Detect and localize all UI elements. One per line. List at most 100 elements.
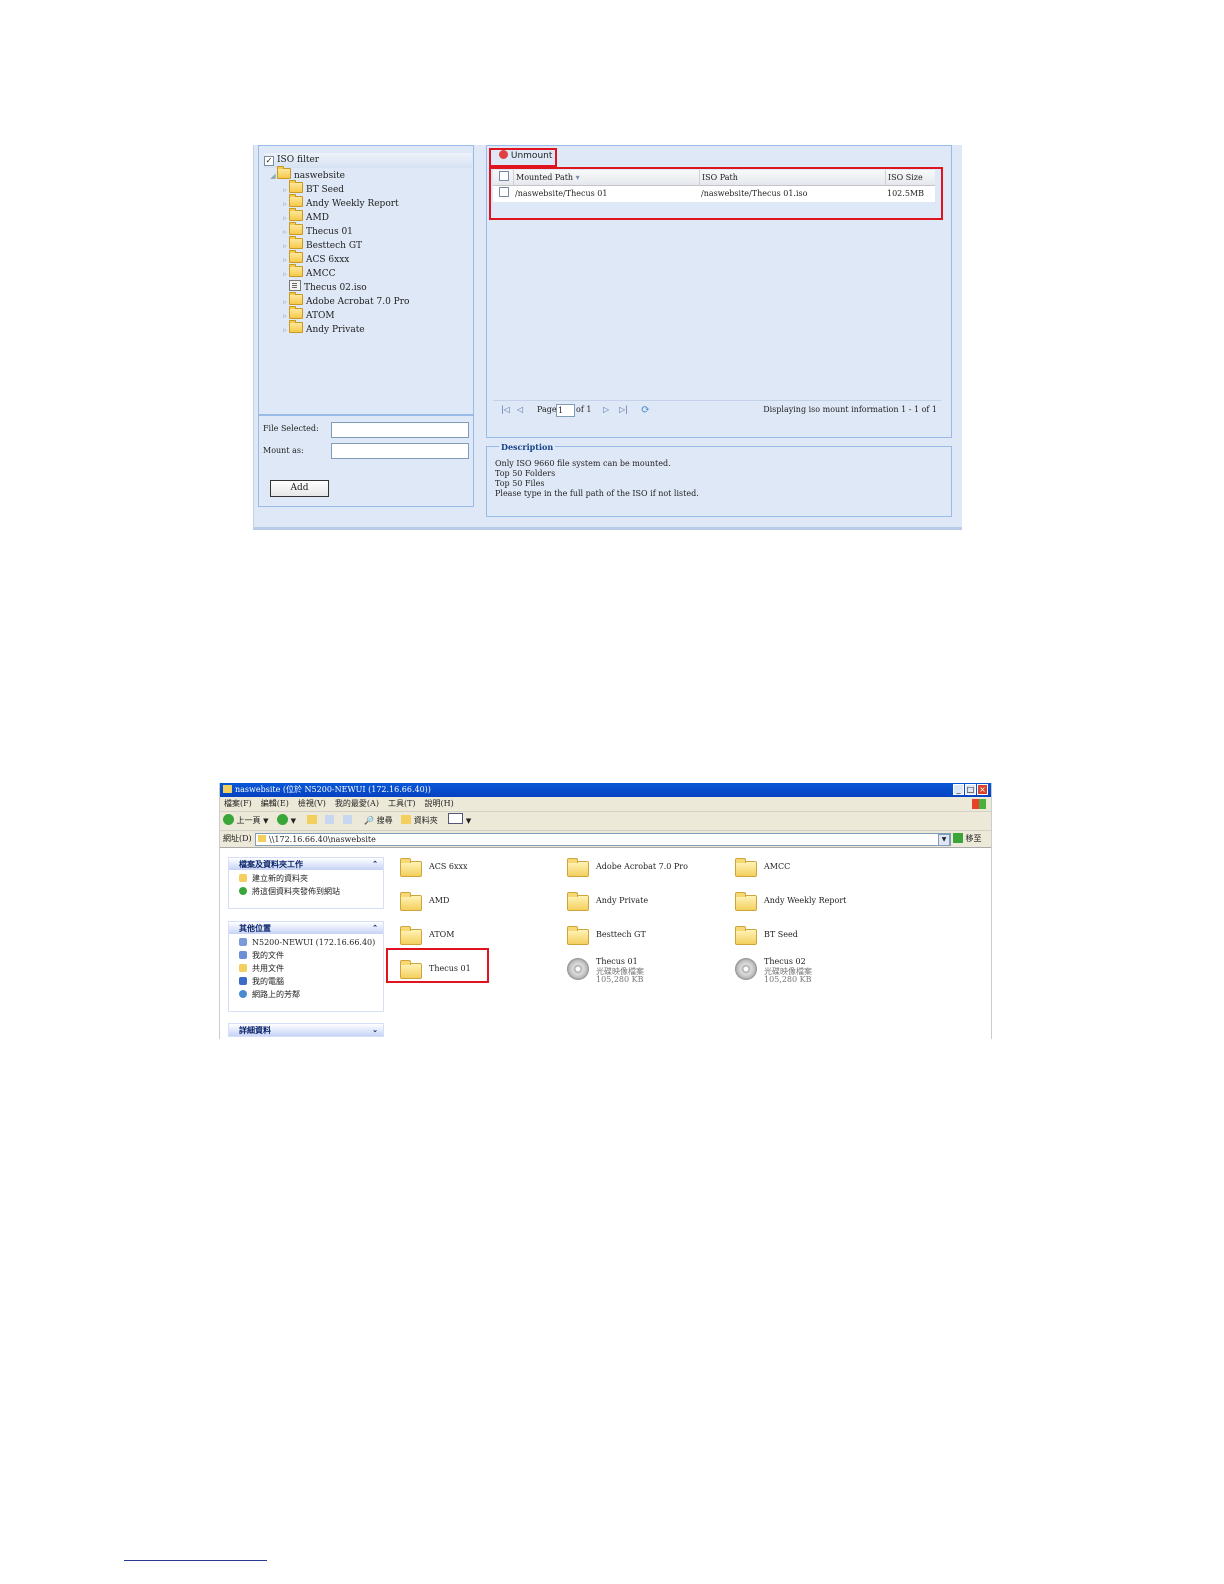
file-size: 105,280 KB [764, 975, 812, 984]
up-folder-icon[interactable] [306, 815, 317, 824]
place-my-computer-label: 我的電腦 [252, 977, 284, 986]
places-header[interactable]: 其他位置 ⌃ [229, 922, 383, 934]
minimize-button[interactable]: _ [953, 784, 964, 795]
search-button[interactable]: 搜尋 [377, 816, 393, 825]
views-icon[interactable] [448, 813, 464, 824]
collapsed-arrow-icon[interactable]: ▹ [281, 309, 289, 323]
place-my-computer[interactable]: 我的電腦 [229, 975, 383, 988]
toolbar: 上一頁 ▼ ▼ 🔎 搜尋 資料夾 ▼ [220, 812, 991, 831]
place-my-documents[interactable]: 我的文件 [229, 949, 383, 962]
maximize-button[interactable]: □ [965, 784, 976, 795]
tree-item-label: Adobe Acrobat 7.0 Pro [306, 297, 410, 307]
tree-item-label: ACS 6xxx [306, 255, 350, 265]
file-item[interactable]: Thecus 02 光碟映像檔案 105,280 KB [735, 957, 895, 985]
collapsed-arrow-icon[interactable]: ▹ [281, 323, 289, 337]
forward-arrow-icon[interactable] [277, 814, 289, 825]
menu-file[interactable]: 檔案(F) [224, 799, 252, 808]
address-folder-icon [258, 835, 266, 842]
file-item[interactable]: Andy Private [567, 889, 727, 917]
windows-logo-icon [972, 799, 986, 809]
file-item[interactable]: Andy Weekly Report [735, 889, 895, 917]
menu-tools[interactable]: 工具(T) [388, 799, 416, 808]
last-page-icon[interactable]: ▷| [619, 401, 628, 419]
tree-item[interactable]: ▹ Andy Private [281, 320, 365, 337]
menu-edit[interactable]: 編輯(E) [261, 799, 289, 808]
place-network[interactable]: 網路上的芳鄰 [229, 988, 383, 1001]
copy-icon[interactable] [325, 815, 335, 824]
back-dropdown-icon[interactable]: ▼ [263, 817, 268, 825]
page-input[interactable]: 1 [556, 404, 575, 417]
collapsed-arrow-icon[interactable]: ▹ [281, 295, 289, 309]
task-publish[interactable]: 將這個資料夾發佈到網站 [229, 885, 383, 898]
menu-favorites[interactable]: 我的最愛(A) [335, 799, 379, 808]
collapsed-arrow-icon[interactable]: ▹ [281, 239, 289, 253]
back-button[interactable]: 上一頁 [237, 816, 261, 825]
collapsed-arrow-icon[interactable]: ▹ [281, 197, 289, 211]
tree-item[interactable]: ▹ Adobe Acrobat 7.0 Pro [281, 292, 410, 309]
mount-form-panel: File Selected: Mount as: Add [258, 415, 474, 507]
file-item[interactable]: Thecus 01 光碟映像檔案 105,280 KB [567, 957, 727, 985]
file-name: BT Seed [764, 930, 798, 939]
refresh-icon[interactable]: ⟳ [641, 401, 650, 419]
folder-icon [289, 306, 303, 319]
folder-icon [400, 926, 422, 945]
next-page-icon[interactable]: ▷ [603, 401, 609, 419]
collapsed-arrow-icon[interactable]: ▹ [281, 211, 289, 225]
tree-item-label: AMD [306, 213, 329, 223]
file-item[interactable]: AMD [400, 889, 560, 917]
tree-item[interactable]: ▹ AMCC [281, 264, 336, 281]
tree-item-label: AMCC [306, 269, 336, 279]
mount-as-input[interactable] [331, 443, 469, 459]
file-item[interactable]: BT Seed [735, 923, 895, 951]
description-title: Description [499, 442, 556, 452]
collapsed-arrow-icon[interactable]: ▹ [281, 267, 289, 281]
my-computer-icon [239, 977, 247, 985]
iso-filter-header[interactable]: ✓ ISO filter [264, 153, 472, 168]
file-item[interactable]: Besttech GT [567, 923, 727, 951]
expand-icon[interactable]: ⌄ [372, 1024, 378, 1036]
collapsed-arrow-icon[interactable]: ▹ [281, 183, 289, 197]
address-input[interactable]: \\172.16.66.40\naswebsite [255, 833, 951, 846]
expand-arrow-icon[interactable]: ◢ [269, 169, 277, 183]
details-panel: 詳細資料 ⌄ [228, 1023, 384, 1037]
folders-icon[interactable] [401, 815, 412, 824]
close-button[interactable]: × [977, 784, 988, 795]
file-selected-input[interactable] [331, 422, 469, 438]
details-header[interactable]: 詳細資料 ⌄ [229, 1024, 383, 1036]
search-icon[interactable]: 🔎 [364, 816, 374, 825]
tree-root[interactable]: ◢ naswebsite [269, 166, 345, 183]
folders-button[interactable]: 資料夾 [414, 816, 438, 825]
new-folder-icon [239, 874, 247, 882]
file-item[interactable]: ATOM [400, 923, 560, 951]
file-item[interactable]: Adobe Acrobat 7.0 Pro [567, 855, 727, 883]
collapse-icon[interactable]: ⌃ [372, 858, 378, 870]
window-titlebar[interactable]: naswebsite (位於 N5200-NEWUI (172.16.66.40… [220, 783, 991, 797]
details-header-label: 詳細資料 [239, 1025, 271, 1035]
tasks-header[interactable]: 檔案及資料夾工作 ⌃ [229, 858, 383, 870]
description-panel: Description Only ISO 9660 file system ca… [486, 442, 952, 517]
file-item[interactable]: ACS 6xxx [400, 855, 560, 883]
views-dropdown-icon[interactable]: ▼ [466, 817, 471, 825]
forward-dropdown-icon[interactable]: ▼ [291, 817, 296, 825]
prev-page-icon[interactable]: ◁ [517, 401, 523, 419]
task-new-folder[interactable]: 建立新的資料夾 [229, 872, 383, 885]
iso-filter-checkbox[interactable]: ✓ [264, 156, 274, 166]
collapse-icon[interactable]: ⌃ [372, 922, 378, 934]
collapsed-arrow-icon[interactable]: ▹ [281, 253, 289, 267]
places-header-label: 其他位置 [239, 923, 271, 933]
collapsed-arrow-icon[interactable]: ▹ [281, 225, 289, 239]
tree-item[interactable]: ▹ Andy Weekly Report [281, 194, 399, 211]
folder-icon [567, 858, 589, 877]
move-icon[interactable] [342, 815, 352, 824]
first-page-icon[interactable]: |◁ [501, 401, 510, 419]
place-shared-documents[interactable]: 共用文件 [229, 962, 383, 975]
back-arrow-icon[interactable] [223, 814, 234, 825]
menu-help[interactable]: 說明(H) [425, 799, 454, 808]
place-server[interactable]: N5200-NEWUI (172.16.66.40) [229, 936, 383, 949]
menu-view[interactable]: 檢視(V) [298, 799, 326, 808]
go-button[interactable]: 移至 [953, 831, 982, 847]
add-button[interactable]: Add [270, 480, 329, 497]
place-server-label: N5200-NEWUI (172.16.66.40) [252, 938, 376, 947]
file-item[interactable]: AMCC [735, 855, 895, 883]
address-dropdown-icon[interactable]: ▼ [938, 834, 950, 846]
